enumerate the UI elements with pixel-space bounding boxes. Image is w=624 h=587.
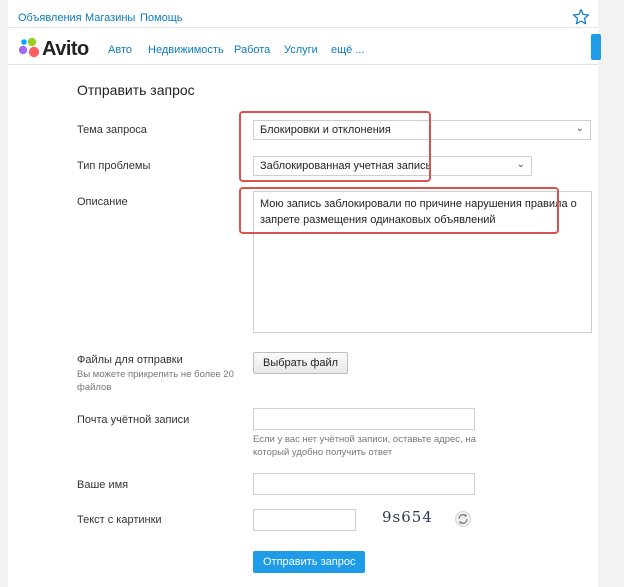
email-label: Почта учётной записи [77, 414, 190, 426]
top-link-shops[interactable]: Магазины [85, 12, 135, 24]
name-label: Ваше имя [77, 479, 129, 491]
chevron-down-icon: ⌄ [575, 123, 584, 134]
nav-more[interactable]: ещё ... [331, 44, 365, 56]
topic-label: Тема запроса [77, 124, 147, 136]
choose-file-button[interactable]: Выбрать файл [253, 352, 349, 374]
email-hint: Если у вас нет учётной записи, оставьте … [253, 434, 476, 458]
highlight-description [239, 187, 559, 234]
star-icon[interactable] [572, 8, 590, 26]
submit-request-button[interactable]: Отправить запрос [253, 551, 366, 573]
files-note: Вы можете прикрепить не более 20 файлов [77, 369, 234, 393]
top-link-ads[interactable]: Объявления [18, 12, 82, 24]
nav-jobs[interactable]: Работа [234, 44, 270, 56]
nav-services[interactable]: Услуги [284, 44, 318, 56]
files-label: Файлы для отправки [77, 354, 183, 366]
top-divider [8, 27, 598, 28]
nav-auto[interactable]: Авто [108, 44, 132, 56]
header-divider [8, 64, 598, 65]
problem-label: Тип проблемы [77, 160, 151, 172]
nav-realty[interactable]: Недвижимость [148, 44, 224, 56]
description-label: Описание [77, 196, 128, 208]
chevron-down-icon: ⌄ [516, 159, 525, 170]
header-action-button[interactable] [591, 34, 601, 60]
logo-dots-icon [18, 37, 40, 58]
captcha-label: Текст с картинки [77, 514, 162, 526]
page: Объявления Магазины Помощь Avito Авто Не… [8, 0, 601, 587]
top-link-help[interactable]: Помощь [140, 12, 183, 24]
name-field[interactable] [253, 473, 475, 495]
top-bar: Объявления Магазины Помощь [8, 0, 598, 36]
refresh-icon[interactable] [454, 510, 472, 528]
captcha-field[interactable] [253, 509, 356, 531]
email-field[interactable] [253, 408, 475, 430]
captcha-image: 9s654 [382, 508, 433, 526]
highlight-topic-problem [239, 111, 431, 182]
logo-text: Avito [42, 38, 89, 60]
form-title: Отправить запрос [77, 82, 195, 98]
